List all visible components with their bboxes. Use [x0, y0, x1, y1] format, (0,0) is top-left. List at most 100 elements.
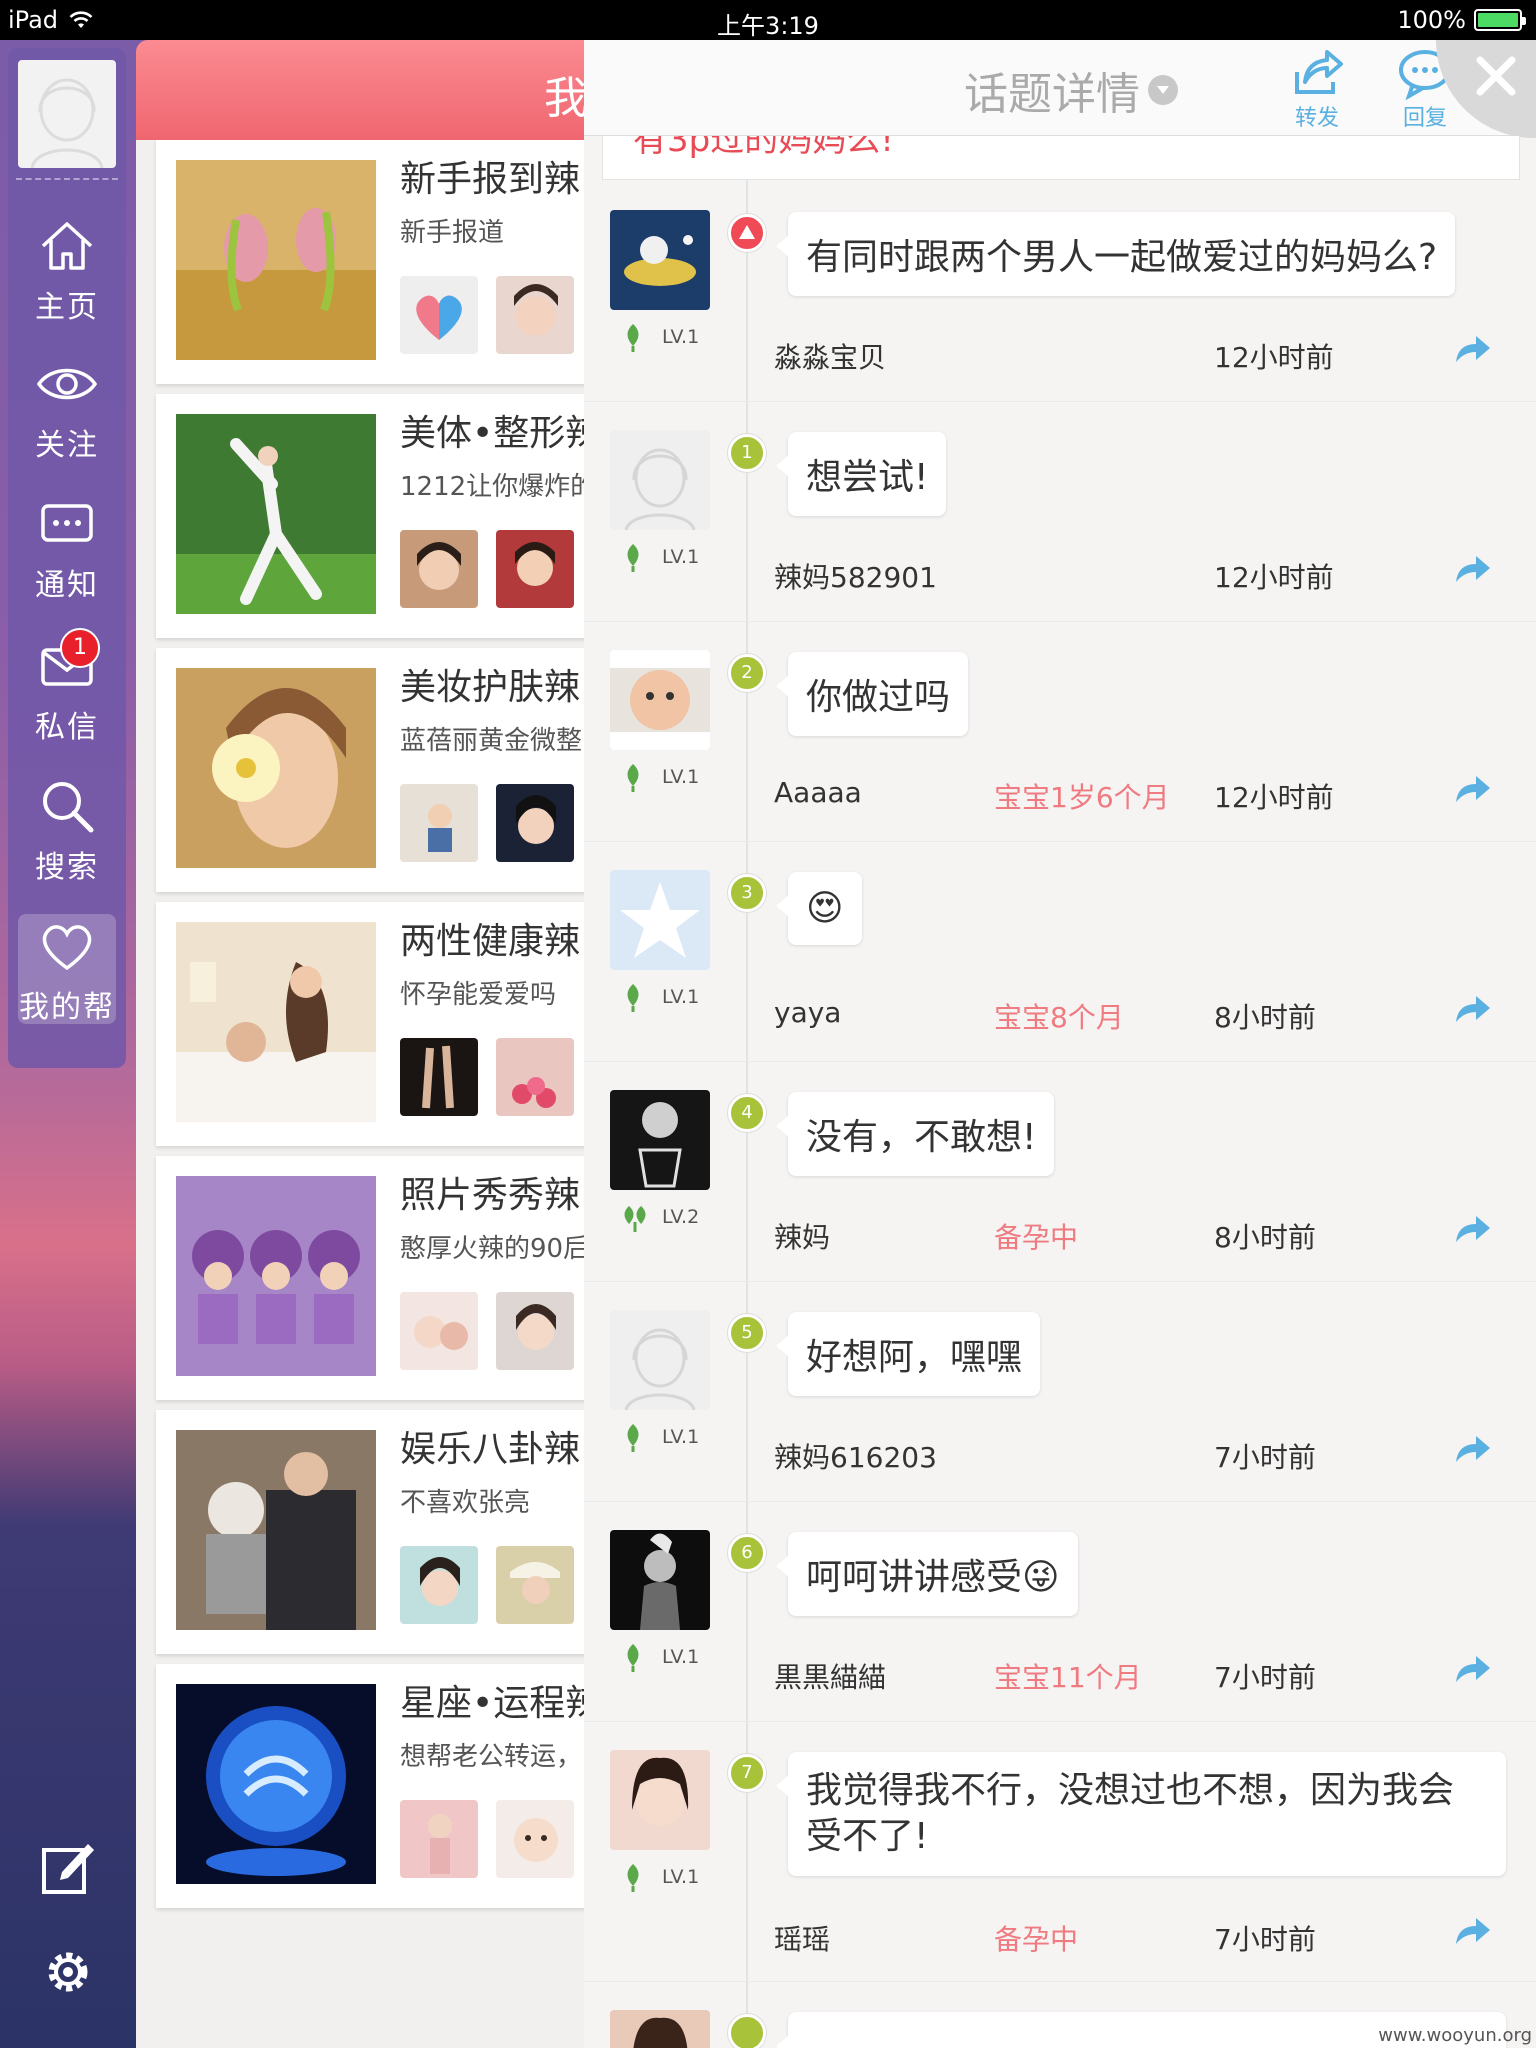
user-name[interactable]: 淼淼宝贝	[774, 336, 886, 376]
floor-number: 5	[728, 1314, 766, 1352]
topic-title-partial: 有3p过的妈妈么!	[633, 136, 894, 160]
floor-number: 4	[728, 1094, 766, 1132]
user-avatar[interactable]	[610, 1090, 710, 1190]
forward-button[interactable]: 转发	[1272, 46, 1362, 132]
user-name[interactable]: 辣妈	[774, 1216, 830, 1256]
user-level: LV.1	[662, 1646, 700, 1668]
share-arrow-icon[interactable]	[1452, 1654, 1492, 1686]
group-desc: 1212让你爆炸的	[400, 472, 597, 502]
share-arrow-icon[interactable]	[1452, 334, 1492, 366]
group-cover-image	[176, 160, 376, 360]
nav-home[interactable]: 主页	[8, 214, 126, 334]
user-name[interactable]: yaya	[774, 996, 841, 1029]
group-desc: 不喜欢张亮	[400, 1488, 531, 1518]
group-name: 照片秀秀辣	[400, 1175, 581, 1216]
reply-text: 😍	[776, 872, 862, 945]
user-level: LV.2	[662, 1206, 700, 1228]
share-arrow-icon[interactable]	[1452, 1434, 1492, 1466]
share-arrow-icon[interactable]	[1452, 994, 1492, 1026]
chat-dots-icon	[41, 504, 93, 542]
share-arrow-icon[interactable]	[1452, 1214, 1492, 1246]
group-thumb	[496, 1038, 574, 1116]
group-name: 新手报到辣	[400, 159, 581, 200]
share-arrow-icon[interactable]	[1452, 774, 1492, 806]
group-desc: 憨厚火辣的90后	[400, 1234, 590, 1264]
group-cover-image	[176, 1684, 376, 1884]
nav-search[interactable]: 搜索	[8, 774, 126, 894]
default-avatar-icon	[30, 78, 104, 168]
group-card[interactable]: 照片秀秀辣 憨厚火辣的90后	[156, 1156, 596, 1400]
user-name[interactable]: 黒黒緢緢	[774, 1656, 886, 1696]
detail-title[interactable]: 话题详情	[964, 58, 1178, 122]
reply-item: LV.1 有同时跟两个男人一起做爱过的妈妈么? 淼淼宝贝 12小时前	[584, 182, 1536, 402]
group-card[interactable]: 星座•运程辣 想帮老公转运，	[156, 1664, 601, 1908]
nav-notifications[interactable]: 通知	[8, 492, 126, 612]
user-avatar[interactable]	[610, 1310, 710, 1410]
group-desc: 想帮老公转运，	[400, 1742, 583, 1772]
reply-time: 7小时前	[1214, 1923, 1316, 1956]
forward-icon	[1295, 50, 1343, 94]
close-icon[interactable]	[1436, 40, 1536, 140]
group-thumb	[400, 1038, 478, 1116]
group-cover-image	[176, 414, 376, 614]
user-avatar[interactable]	[610, 2010, 710, 2048]
user-name[interactable]: Aaaaa	[774, 776, 862, 809]
group-name: 美体•整形辣	[400, 413, 602, 454]
user-name[interactable]: 辣妈582901	[774, 556, 937, 596]
nav-messages[interactable]: 1 私信	[8, 628, 126, 754]
user-status: 宝宝11个月	[994, 1661, 1142, 1694]
reply-item: LV.1 1 想尝试! 辣妈582901 12小时前	[584, 402, 1536, 622]
user-avatar[interactable]	[610, 1750, 710, 1850]
user-avatar[interactable]	[610, 1530, 710, 1630]
reply-text: 有同时跟两个男人一起做爱过的妈妈么?	[775, 212, 1456, 296]
share-arrow-icon[interactable]	[1452, 554, 1492, 586]
group-card[interactable]: 两性健康辣 怀孕能爱爱吗	[156, 902, 596, 1146]
floor-number: 3	[728, 874, 766, 912]
compose-icon[interactable]	[36, 1836, 100, 1900]
nav-notifications-label: 通知	[35, 568, 99, 603]
group-thumb	[496, 1292, 574, 1370]
nav-messages-label: 私信	[35, 710, 99, 745]
status-bar: iPad 上午3:19 100%	[0, 0, 1536, 40]
reply-time: 8小时前	[1214, 1001, 1316, 1034]
user-status: 备孕中	[994, 1923, 1079, 1956]
nav-follow[interactable]: 关注	[8, 352, 126, 472]
nav-follow-label: 关注	[35, 428, 99, 463]
group-thumb	[496, 276, 574, 354]
watermark: www.wooyun.org	[1378, 2025, 1532, 2046]
level-leaf-icon	[627, 1864, 639, 1892]
reply-time: 12小时前	[1214, 561, 1334, 594]
reply-item: LV.1 2 你做过吗 Aaaaa 宝宝1岁6个月 12小时前	[584, 622, 1536, 842]
nav-search-label: 搜索	[35, 850, 99, 885]
user-avatar[interactable]	[610, 870, 710, 970]
user-avatar[interactable]	[610, 210, 710, 310]
user-name[interactable]: 瑶瑶	[774, 1918, 830, 1958]
gear-icon[interactable]	[36, 1940, 100, 2004]
group-card[interactable]: 美妆护肤辣 蓝蓓丽黄金微整	[156, 648, 596, 892]
chevron-down-icon[interactable]	[1148, 75, 1178, 105]
divider	[16, 178, 118, 180]
group-thumb	[400, 276, 478, 354]
group-card[interactable]: 娱乐八卦辣 不喜欢张亮	[156, 1410, 596, 1654]
user-name[interactable]: 辣妈616203	[774, 1436, 937, 1476]
group-card[interactable]: 美体•整形辣 1212让你爆炸的	[156, 394, 601, 638]
group-thumb	[496, 530, 574, 608]
share-arrow-icon[interactable]	[1452, 1916, 1492, 1948]
user-avatar[interactable]	[610, 430, 710, 530]
reply-text: 你做过吗	[775, 652, 969, 736]
user-avatar[interactable]	[610, 650, 710, 750]
nav-my-groups-label: 我的帮	[19, 990, 115, 1025]
group-card[interactable]: 新手报到辣 新手报道	[156, 140, 596, 384]
user-level: LV.1	[662, 1426, 700, 1448]
nav-my-groups[interactable]: 我的帮	[18, 914, 116, 1025]
avatar[interactable]	[18, 60, 116, 168]
search-icon	[43, 782, 94, 833]
group-desc: 怀孕能爱爱吗	[400, 980, 557, 1010]
user-level: LV.1	[662, 1866, 700, 1888]
nav-home-label: 主页	[35, 290, 99, 325]
level-leaf-icon	[627, 764, 639, 792]
list-header: 我	[136, 40, 606, 140]
topic-header-card: 有3p过的妈妈么!	[602, 136, 1520, 180]
group-thumb	[400, 784, 478, 862]
group-thumb	[496, 1546, 574, 1624]
